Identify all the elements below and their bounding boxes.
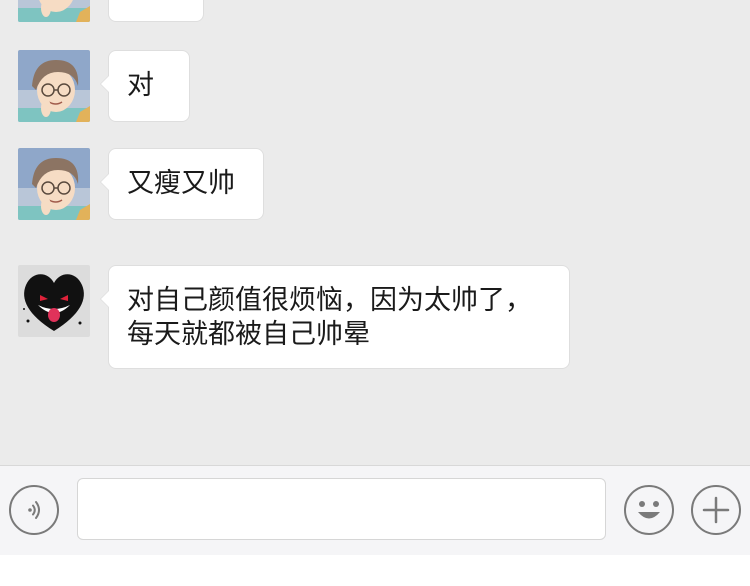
bottom-strip: [0, 555, 750, 586]
avatar[interactable]: [18, 0, 90, 22]
chat-message-list[interactable]: 对 又瘦又帅 对自己颜值很烦恼，因为太帅了， 每天就都被自己帅晕: [0, 0, 750, 465]
boy-glasses-avatar-image: [18, 148, 90, 220]
message-bubble[interactable]: 又瘦又帅: [100, 148, 264, 220]
voice-icon: [28, 501, 40, 519]
add-button[interactable]: [691, 485, 741, 535]
black-heart-monster-avatar-image: [18, 265, 90, 337]
plus-icon: [702, 496, 730, 524]
message-input[interactable]: [77, 478, 606, 540]
boy-glasses-avatar-image: [18, 50, 90, 122]
avatar[interactable]: [18, 265, 90, 337]
boy-glasses-avatar-image: [18, 0, 90, 22]
avatar[interactable]: [18, 148, 90, 220]
message-bubble[interactable]: [108, 0, 204, 22]
message-bubble[interactable]: 对: [100, 50, 190, 122]
emoji-button[interactable]: [624, 485, 674, 535]
avatar[interactable]: [18, 50, 90, 122]
voice-button[interactable]: [9, 485, 59, 535]
chat-input-bar: [0, 465, 750, 555]
message-bubble[interactable]: 对自己颜值很烦恼，因为太帅了， 每天就都被自己帅晕: [100, 265, 570, 369]
emoji-icon: [638, 501, 660, 519]
